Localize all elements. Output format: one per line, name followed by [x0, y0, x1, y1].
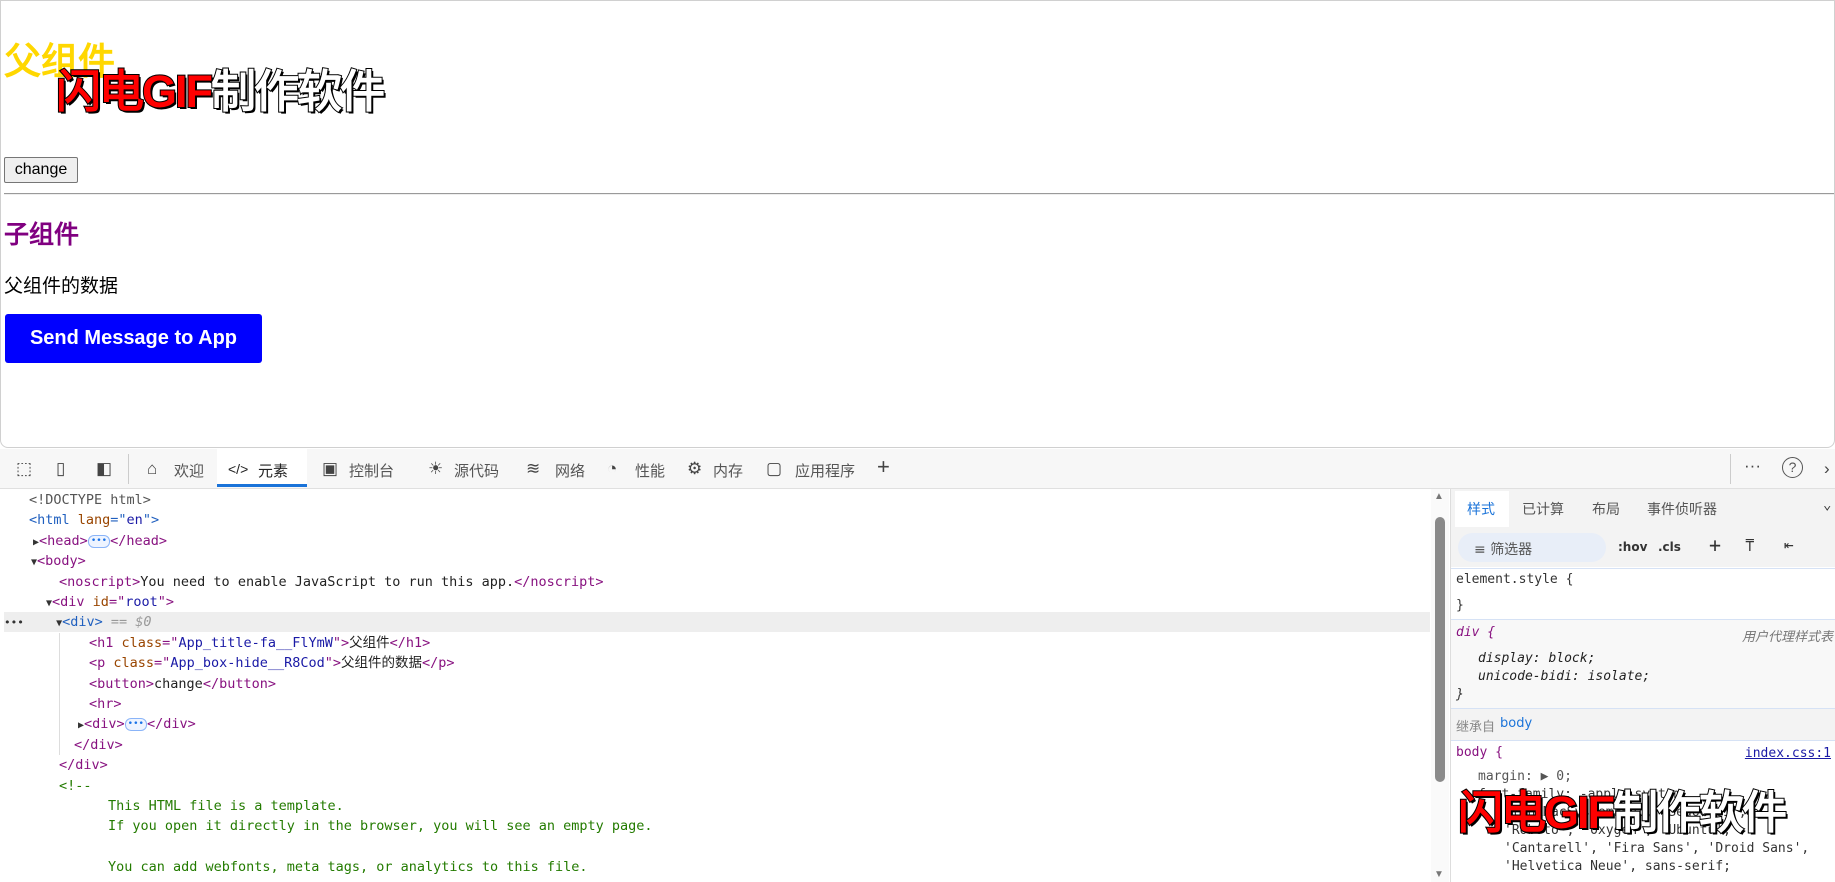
tree-node-hr[interactable]: <hr>	[89, 694, 122, 714]
user-agent-stylesheet-label: 用户代理样式表	[1741, 630, 1833, 645]
ellipsis-icon: •••	[4, 616, 38, 629]
tree-node-body[interactable]: ▼<body>	[31, 551, 86, 571]
tree-node-child-div[interactable]: ▶<div> ••• </div>	[78, 714, 196, 734]
tab-label: 源代码	[454, 463, 500, 480]
code-icon: </>	[228, 461, 249, 477]
child-title: 子组件	[4, 221, 80, 249]
tab-label: 欢迎	[174, 463, 205, 480]
paint-brush-icon[interactable]: ⍑	[1745, 536, 1755, 555]
rule-close: }	[1456, 687, 1464, 702]
chevron-down-icon[interactable]: ⌄	[1823, 497, 1831, 513]
toolbar-divider	[128, 454, 129, 484]
chip-icon: ⚙	[687, 459, 703, 478]
watermark-logo: 闪电GIF制作软件	[55, 65, 386, 118]
div-selector[interactable]: div {	[1456, 625, 1495, 640]
toolbar-divider	[1730, 454, 1731, 484]
tab-label: 控制台	[349, 463, 395, 480]
wifi-icon: ≋	[526, 459, 541, 478]
body-selector[interactable]: body {	[1456, 745, 1503, 760]
console-icon: ▣	[322, 459, 339, 478]
tree-node-root[interactable]: ▼<div id="root">	[46, 592, 174, 612]
filter-icon: ≡	[1474, 542, 1491, 558]
comment-line: If you open it directly in the browser, …	[108, 818, 653, 834]
change-button[interactable]: change	[4, 157, 78, 183]
tab-styles[interactable]: 样式	[1467, 499, 1495, 519]
styles-filter-input[interactable]: ≡ 筛选器	[1458, 533, 1606, 562]
help-button[interactable]: ?	[1782, 457, 1803, 478]
elements-tree: <!DOCTYPE html> <html lang="en"> ▶<head>…	[0, 489, 1430, 882]
parent-data-text: 父组件的数据	[4, 276, 119, 297]
stylesheet-link[interactable]: index.css:1	[1745, 746, 1831, 761]
css-value-line: 'Helvetica Neue', sans-serif;	[1504, 859, 1731, 874]
add-tab-button[interactable]: +	[877, 454, 890, 480]
tree-node-head[interactable]: ▶<head> ••• </head>	[33, 531, 167, 551]
hov-button[interactable]: :hov	[1618, 540, 1647, 554]
inherited-header: 继承自 body	[1451, 709, 1835, 740]
page-viewport: 父组件 闪电GIF制作软件 change 子组件 父组件的数据 Send Mes…	[0, 0, 1835, 448]
inherited-from-link[interactable]: body	[1500, 716, 1532, 731]
comment-line: You can add webfonts, meta tags, or anal…	[108, 859, 588, 875]
comment-line: This HTML file is a template.	[108, 798, 344, 814]
ellipsis-icon[interactable]: •••	[124, 717, 147, 731]
device-toolbar-icon[interactable]: ▯	[56, 459, 65, 479]
tab-layout[interactable]: 布局	[1592, 499, 1620, 519]
tab-label: 内存	[713, 463, 744, 480]
ellipsis-icon[interactable]: •••	[87, 534, 111, 548]
chevron-right-icon[interactable]: ›	[1824, 459, 1830, 479]
toggle-sidebar-icon[interactable]: ⇤	[1784, 535, 1794, 554]
css-value-line: 'Cantarell', 'Fira Sans', 'Droid Sans',	[1504, 841, 1810, 856]
send-message-button[interactable]: Send Message to App	[5, 314, 262, 363]
styles-pane: 样式 已计算 布局 事件侦听器 ⌄ ≡ 筛选器 :hov .cls + ⍑ ⇤ …	[1450, 489, 1835, 882]
tree-node-close-div[interactable]: </div>	[74, 735, 123, 755]
watermark-logo: 闪电GIF制作软件	[1457, 786, 1788, 839]
new-rule-icon[interactable]: +	[1709, 533, 1721, 557]
window-icon: ▢	[766, 459, 783, 478]
indent-guide	[59, 633, 60, 755]
tree-node-html[interactable]: <html lang="en">	[29, 510, 159, 530]
home-icon: ⌂	[147, 459, 158, 478]
tree-node-doctype[interactable]: <!DOCTYPE html>	[29, 490, 151, 510]
rule-close: }	[1456, 598, 1464, 613]
tab-label: 元素	[258, 463, 289, 480]
tree-node-p[interactable]: <p class="App_box-hide__R8Cod">父组件的数据</p…	[89, 653, 455, 673]
element-style-selector[interactable]: element.style {	[1456, 572, 1573, 587]
elements-scrollbar[interactable]: ▲ ▼	[1431, 489, 1449, 882]
tree-node-comment[interactable]: <!--	[59, 776, 92, 796]
tree-node-h1[interactable]: <h1 class="App_title-fa__FlYmW">父组件</h1>	[89, 633, 430, 653]
scroll-down-icon[interactable]: ▼	[1434, 869, 1444, 880]
scroll-up-icon[interactable]: ▲	[1434, 491, 1444, 502]
inspect-icon[interactable]: ⬚	[16, 459, 32, 479]
css-property[interactable]: display: block;	[1478, 651, 1595, 666]
tab-label: 应用程序	[795, 463, 856, 480]
tab-event-listeners[interactable]: 事件侦听器	[1647, 499, 1717, 519]
css-property[interactable]: unicode-bidi: isolate;	[1478, 669, 1650, 684]
tab-label: 网络	[555, 463, 586, 480]
scrollbar-thumb[interactable]	[1435, 517, 1445, 782]
cls-button[interactable]: .cls	[1658, 540, 1681, 554]
dock-icon[interactable]: ◧	[96, 459, 112, 479]
tab-computed[interactable]: 已计算	[1522, 499, 1564, 519]
tree-node-button[interactable]: <button>change</button>	[89, 674, 276, 694]
tab-label: 性能	[635, 463, 666, 480]
inherited-label: 继承自	[1456, 720, 1496, 735]
gauge-icon: ◔	[607, 459, 618, 478]
tree-node-noscript[interactable]: <noscript>You need to enable JavaScript …	[59, 572, 604, 592]
bug-icon: ☀	[428, 459, 444, 478]
more-options-button[interactable]: ···	[1744, 456, 1761, 476]
divider	[4, 193, 1834, 195]
tree-node-selected-div[interactable]: ••• ▼<div> == $0	[4, 612, 1430, 632]
devtools-toolbar: ⬚ ▯ ◧ ⌂ 欢迎 </> 元素 ▣ 控制台 ☀ 源代码 ≋ 网络 ◔ 性能 ⚙ 内存 ▢ 应…	[0, 449, 1835, 489]
tree-node-close-root[interactable]: </div>	[59, 755, 108, 775]
